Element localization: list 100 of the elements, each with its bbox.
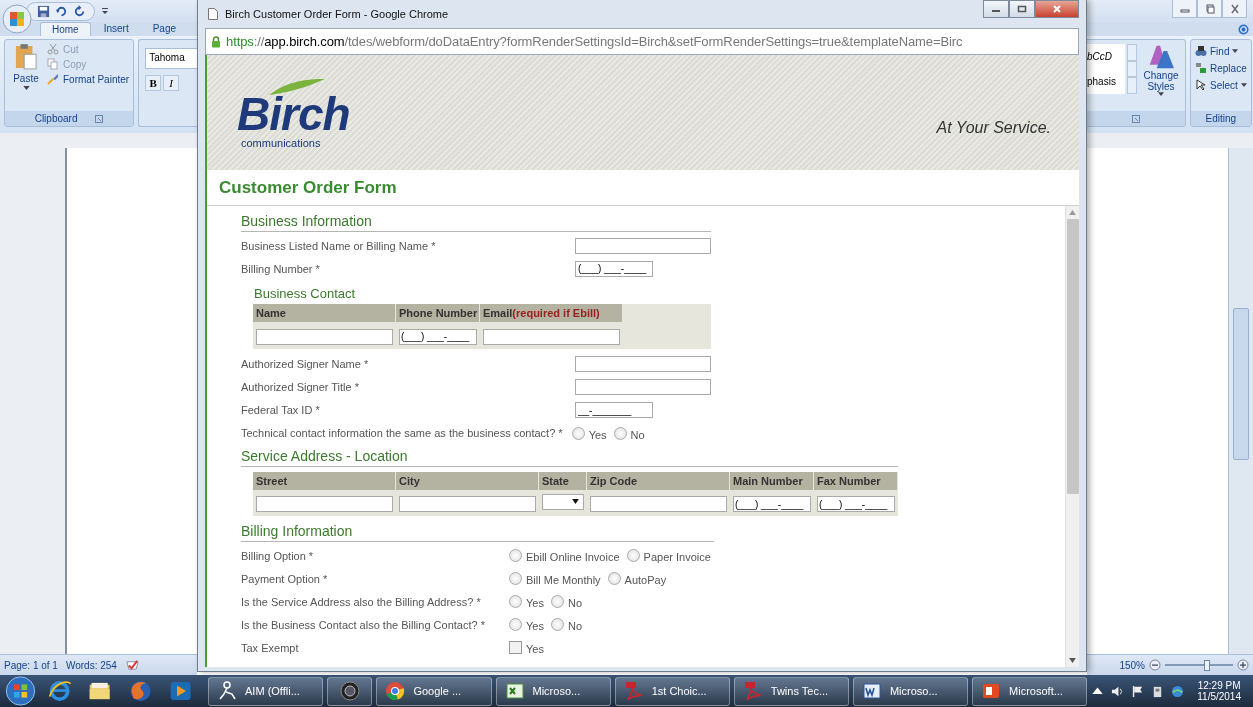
taskbar-button[interactable]: AIM (Offli...: [208, 676, 324, 706]
start-button-icon[interactable]: [4, 675, 38, 707]
redo-icon[interactable]: [73, 4, 86, 18]
scrollbar[interactable]: [1065, 206, 1079, 667]
pdf-icon: [742, 681, 763, 701]
zoom-out-icon[interactable]: [1149, 659, 1161, 671]
taskbar-button[interactable]: Microso...: [495, 676, 611, 706]
clock[interactable]: 12:29 PM 11/5/2014: [1197, 680, 1241, 702]
dialog-launcher-icon[interactable]: [95, 114, 104, 123]
masked-field[interactable]: (___) ___-____: [575, 260, 653, 277]
select-button[interactable]: Select: [1195, 79, 1247, 91]
letters-a-icon: [1148, 44, 1174, 70]
dialog-launcher-icon[interactable]: [1132, 114, 1140, 123]
question-label: Is the Business Contact also the Billing Contact? *: [241, 618, 486, 631]
text-field[interactable]: [575, 379, 711, 395]
save-icon[interactable]: [37, 4, 50, 18]
brand-logo-text: Birch: [237, 90, 350, 137]
browser-e-icon[interactable]: [47, 678, 73, 704]
flag-icon[interactable]: [1131, 684, 1145, 698]
ribbon-tab[interactable]: Home: [40, 22, 91, 36]
radio-button[interactable]: [550, 618, 564, 631]
radio-button[interactable]: [613, 426, 627, 440]
scrollbar[interactable]: [1228, 148, 1253, 654]
radio-button[interactable]: [509, 595, 522, 608]
radio-button[interactable]: [509, 549, 522, 562]
caret-icon: [22, 86, 30, 90]
zoom-in-icon[interactable]: [1237, 659, 1249, 671]
close-button[interactable]: [1222, 0, 1247, 18]
group-label: Clipboard: [34, 113, 78, 124]
option-label: Yes: [526, 643, 544, 655]
bold-button[interactable]: B: [145, 75, 162, 91]
radio-button[interactable]: [626, 549, 640, 562]
taskbar-button[interactable]: Microsoft...: [972, 676, 1088, 706]
text-field[interactable]: [575, 356, 711, 372]
replace-button[interactable]: Replace: [1195, 62, 1247, 74]
masked-field[interactable]: __-_______: [575, 402, 653, 418]
masked-field[interactable]: (___) ___-____: [817, 496, 895, 512]
italic-button[interactable]: I: [163, 75, 180, 91]
taskbar-button[interactable]: [327, 676, 373, 706]
radio-button[interactable]: [509, 572, 522, 585]
undo-icon[interactable]: [55, 4, 68, 18]
text-field[interactable]: [256, 496, 393, 512]
text-field[interactable]: [590, 496, 727, 512]
zoom-level[interactable]: 150%: [1119, 659, 1145, 671]
text-field[interactable]: [399, 496, 536, 512]
restore-button[interactable]: [1197, 0, 1222, 18]
taskbar-button[interactable]: Microso...: [852, 676, 969, 706]
help-icon[interactable]: [1238, 23, 1249, 35]
state-dropdown[interactable]: [542, 493, 584, 510]
customize-caret-icon[interactable]: [101, 7, 109, 15]
column-header: Email(required if Ebill): [480, 304, 623, 322]
text-field[interactable]: [256, 328, 393, 345]
field-label: Authorized Signer Name *: [241, 358, 370, 370]
radio-button[interactable]: [509, 618, 522, 631]
proofing-icon[interactable]: [124, 658, 140, 672]
format-painter-button[interactable]: Format Painter: [47, 73, 130, 85]
radio-button[interactable]: [571, 426, 585, 440]
checkbox[interactable]: [509, 641, 522, 654]
column-header: Name: [253, 304, 396, 322]
masked-field[interactable]: (___) ___-____: [733, 496, 811, 512]
option-label: Yes: [526, 620, 544, 632]
close-button[interactable]: [1035, 0, 1079, 18]
minimize-button[interactable]: [983, 0, 1009, 18]
caret-icon: [1240, 83, 1247, 87]
field-label: Authorized Signer Title *: [241, 381, 360, 393]
group-label: Editing: [1205, 113, 1237, 124]
text-field[interactable]: [575, 237, 711, 254]
caret-icon: [1232, 49, 1239, 53]
masked-field[interactable]: (___) ___-____: [399, 328, 477, 345]
taskbar-button[interactable]: Twins Tec...: [733, 676, 849, 706]
column-header: State: [539, 471, 587, 490]
maximize-button[interactable]: [1009, 0, 1035, 18]
page-count[interactable]: Page: 1 of 1: [4, 659, 58, 671]
font-name-field[interactable]: Tahoma: [145, 48, 197, 69]
address-bar[interactable]: https://app.birch.com/tdes/webform/doDataEntry?formRenderSettingsId=Birch&setFormRenderSettings=true&templateName=Birc: [205, 28, 1079, 55]
field-label: Billing Number *: [241, 262, 321, 275]
style-preview: bCcD: [1087, 51, 1113, 62]
option-label: No: [567, 597, 582, 609]
page-icon: [208, 8, 218, 20]
column-header: Phone Number: [396, 304, 480, 322]
network-icon[interactable]: [1171, 684, 1185, 698]
ribbon-tab[interactable]: Insert: [92, 22, 140, 36]
text-field[interactable]: [483, 328, 620, 345]
word-count[interactable]: Words: 254: [65, 659, 117, 671]
taskbar-button[interactable]: 1st Choic...: [614, 676, 730, 706]
style-gallery[interactable]: bCcD phasis: [1087, 44, 1125, 94]
column-header: City: [396, 471, 539, 490]
url-text: https://app.birch.com/tdes/webform/doDataEntry?formRenderSettingsId=Birch&setFormRenderSettings=true&templateName=Birc: [226, 34, 963, 49]
scroll-down-icon[interactable]: [1069, 658, 1076, 663]
scroll-up-icon[interactable]: [1069, 210, 1076, 215]
taskbar-button[interactable]: Google ...: [376, 676, 492, 706]
change-styles-button[interactable]: Change Styles: [1139, 44, 1183, 111]
radio-button[interactable]: [550, 595, 564, 608]
radio-button[interactable]: [607, 572, 621, 585]
option-label: No: [630, 428, 645, 441]
paste-button[interactable]: Paste: [9, 43, 43, 108]
ribbon-tab[interactable]: Page: [141, 22, 188, 36]
replace-icon: [1195, 62, 1207, 74]
field-label: Federal Tax ID *: [241, 404, 321, 416]
find-button[interactable]: Find: [1195, 45, 1247, 57]
